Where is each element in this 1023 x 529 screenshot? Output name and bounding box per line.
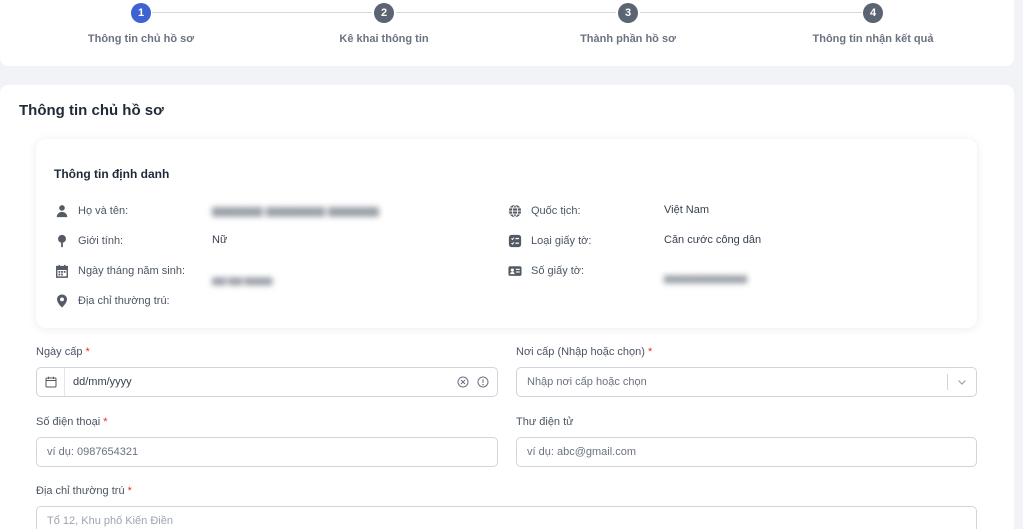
step-label: Thông tin nhận kết quả [812,33,934,45]
info-icon[interactable] [477,376,489,388]
chevron-down-icon[interactable] [948,377,976,387]
address-label: Địa chỉ thường trú * [36,485,132,497]
step-label: Thông tin chủ hồ sơ [87,33,195,45]
id-card-icon [507,263,523,279]
location-pin-icon [54,293,70,309]
issue-place-placeholder: Nhập nơi cấp hoặc chọn [527,376,647,388]
identity-card: Thông tin định danh Họ và tên: ▆▆▆▆▆▆ ▆▆… [36,139,977,328]
step-number: 4 [863,3,883,23]
stepper: 1 Thông tin chủ hồ sơ 2 Kê khai thông ti… [0,0,1014,66]
step-number: 1 [131,3,151,23]
phone-placeholder: ví dụ: 0987654321 [47,446,139,458]
info-row-document-type: Loại giấy tờ: Căn cước công dân [507,231,947,251]
info-label: Giới tính: [78,235,124,247]
info-row-gender: Giới tính: Nữ [54,231,494,251]
step-2[interactable]: 2 Kê khai thông tin [274,0,494,45]
email-placeholder: ví dụ: abc@gmail.com [527,446,636,458]
info-label: Số giấy tờ: [531,265,585,277]
phone-input[interactable]: ví dụ: 0987654321 [36,437,498,467]
step-number: 2 [374,3,394,23]
issue-date-placeholder: dd/mm/yyyy [73,376,132,388]
info-row-full-name: Họ và tên: ▆▆▆▆▆▆ ▆▆▆▆▆▆▆ ▆▆▆▆▆▆ [54,201,494,221]
issue-place-label: Nơi cấp (Nhập hoặc chọn) * [516,346,653,358]
birth-date-value: ▆▆/▆▆/▆▆▆▆ [212,275,273,285]
step-number: 3 [618,3,638,23]
issue-place-select[interactable]: Nhập nơi cấp hoặc chọn [516,367,977,397]
document-list-icon [507,233,523,249]
info-label: Họ và tên: [78,205,129,217]
globe-icon [507,203,523,219]
step-label: Thành phần hồ sơ [580,33,676,45]
info-row-address: Địa chỉ thường trú: [54,291,494,311]
calendar-icon [54,263,70,279]
user-icon [54,203,70,219]
issue-date-label: Ngày cấp * [36,346,90,358]
step-1[interactable]: 1 Thông tin chủ hồ sơ [31,0,251,45]
gender-value: Nữ [212,234,228,246]
clear-icon[interactable] [457,376,469,388]
document-type-value: Căn cước công dân [664,234,762,246]
step-label: Kê khai thông tin [339,33,429,45]
info-label: Ngày tháng năm sinh: [78,265,186,277]
phone-label: Số điện thoại * [36,416,108,428]
address-placeholder: Tổ 12, Khu phố Kiến Điền [47,515,173,527]
step-4[interactable]: 4 Thông tin nhận kết quả [763,0,983,45]
info-label: Địa chỉ thường trú: [78,295,170,307]
full-name-value: ▆▆▆▆▆▆ ▆▆▆▆▆▆▆ ▆▆▆▆▆▆ [212,205,379,217]
info-row-birth-date: Ngày tháng năm sinh: ▆▆/▆▆/▆▆▆▆ [54,261,494,285]
gender-icon [54,233,70,249]
address-input[interactable]: Tổ 12, Khu phố Kiến Điền [36,506,977,529]
step-3[interactable]: 3 Thành phần hồ sơ [518,0,738,45]
email-input[interactable]: ví dụ: abc@gmail.com [516,437,977,467]
issue-date-input[interactable]: dd/mm/yyyy [36,367,498,397]
info-row-document-number: Số giấy tờ: ▆▆▆▆▆▆▆▆▆▆▆▆ [507,261,947,283]
identity-title: Thông tin định danh [54,167,170,181]
info-row-nationality: Quốc tịch: Việt Nam [507,201,947,221]
document-number-value: ▆▆▆▆▆▆▆▆▆▆▆▆ [664,273,748,283]
owner-info-section: Thông tin chủ hồ sơ Thông tin định danh … [0,85,1014,529]
email-label: Thư điện tử [516,416,574,428]
info-label: Quốc tịch: [531,205,581,217]
section-title: Thông tin chủ hồ sơ [19,102,164,119]
calendar-icon[interactable] [37,368,65,396]
nationality-value: Việt Nam [664,204,710,216]
info-label: Loại giấy tờ: [531,235,592,247]
